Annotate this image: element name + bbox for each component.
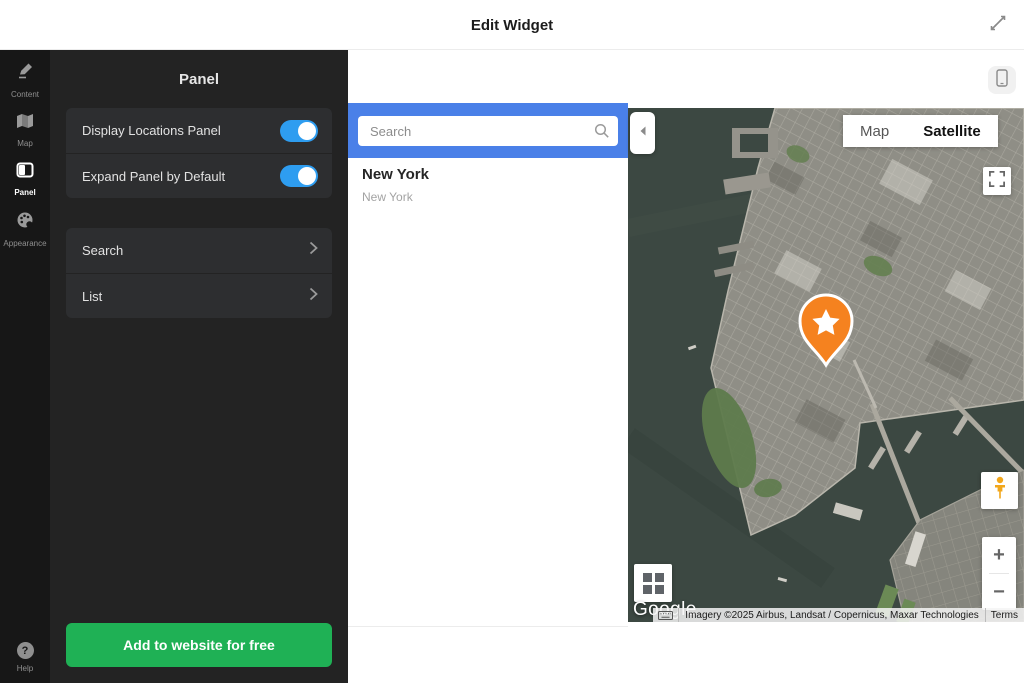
map-type-control: Map Satellite — [843, 115, 998, 147]
map-fullscreen-button[interactable] — [983, 167, 1011, 195]
setting-row-display-locations-panel[interactable]: Display Locations Panel — [66, 108, 332, 153]
panel-collapse-button[interactable] — [630, 112, 655, 154]
nav-rail: Content Map Panel Appearance ? Help — [0, 50, 50, 683]
pegman-icon — [990, 476, 1010, 505]
search-icon — [594, 123, 610, 144]
top-bar: Edit Widget — [0, 0, 1024, 50]
map-type-map-button[interactable]: Map — [843, 115, 906, 147]
settings-panel-title: Panel — [50, 71, 348, 88]
fullscreen-icon — [989, 171, 1005, 192]
expand-arrows-icon — [988, 13, 1008, 38]
satellite-map-image — [628, 108, 1024, 622]
keyboard-icon[interactable] — [653, 608, 679, 622]
sidebar-item-label: Panel — [14, 188, 35, 197]
sidebar-item-help[interactable]: ? Help — [0, 642, 50, 673]
widget-preview: New York New York — [348, 50, 1024, 683]
expand-button[interactable] — [986, 13, 1010, 37]
pegman-button[interactable] — [981, 472, 1018, 509]
chevron-right-icon — [309, 287, 318, 306]
sidebar-item-appearance[interactable]: Appearance — [0, 211, 50, 248]
zoom-out-button[interactable]: − — [982, 574, 1016, 610]
location-title: New York — [362, 166, 429, 183]
map-canvas[interactable]: Map Satellite + − Google — [628, 108, 1024, 622]
zoom-control: + − — [982, 537, 1016, 610]
setting-row-expand-panel-by-default[interactable]: Expand Panel by Default — [66, 153, 332, 198]
page-title: Edit Widget — [0, 0, 1024, 50]
setting-label: Search — [82, 243, 123, 258]
grid-icon — [643, 573, 664, 594]
edit-widget-app: Edit Widget Content Map Panel — [0, 0, 1024, 683]
question-icon: ? — [17, 642, 34, 659]
map-attribution: Imagery ©2025 Airbus, Landsat / Copernic… — [653, 608, 1024, 622]
chevron-left-icon — [639, 124, 647, 142]
terms-link[interactable]: Terms — [985, 608, 1024, 622]
setting-row-list[interactable]: List — [66, 273, 332, 318]
sidebar-item-label: Help — [17, 664, 33, 673]
link-group: Search List — [66, 228, 332, 318]
pencil-icon — [16, 62, 34, 85]
expand-panel-by-default-toggle[interactable] — [280, 165, 318, 187]
imagery-attribution: Imagery ©2025 Airbus, Landsat / Copernic… — [679, 610, 984, 621]
mobile-preview-button[interactable] — [988, 66, 1016, 94]
sidebar-item-label: Appearance — [3, 239, 46, 248]
search-box — [358, 116, 618, 146]
setting-label: Display Locations Panel — [82, 123, 221, 138]
sidebar-item-label: Content — [11, 90, 39, 99]
setting-row-search[interactable]: Search — [66, 228, 332, 273]
panel-icon — [16, 162, 34, 183]
toggle-knob — [298, 167, 316, 185]
chevron-right-icon — [309, 241, 318, 260]
location-subtitle: New York — [362, 190, 429, 204]
display-locations-panel-toggle[interactable] — [280, 120, 318, 142]
search-selection-highlight[interactable] — [348, 103, 628, 158]
palette-icon — [16, 211, 34, 234]
locations-panel: New York New York — [348, 108, 628, 627]
map-type-satellite-button[interactable]: Satellite — [906, 115, 998, 147]
setting-label: Expand Panel by Default — [82, 169, 225, 184]
sidebar-item-content[interactable]: Content — [0, 62, 50, 99]
search-input[interactable] — [358, 116, 618, 146]
setting-label: List — [82, 289, 102, 304]
zoom-in-button[interactable]: + — [982, 537, 1016, 573]
toggle-knob — [298, 122, 316, 140]
map-tiles-button[interactable] — [634, 564, 672, 602]
add-to-website-button[interactable]: Add to website for free — [66, 623, 332, 667]
mobile-icon — [996, 69, 1008, 92]
location-list-item[interactable]: New York New York — [362, 166, 429, 204]
map-icon — [16, 113, 34, 134]
sidebar-item-label: Map — [17, 139, 33, 148]
toggle-group: Display Locations Panel Expand Panel by … — [66, 108, 332, 198]
sidebar-item-panel[interactable]: Panel — [0, 162, 50, 197]
sidebar-item-map[interactable]: Map — [0, 113, 50, 148]
settings-panel: Panel Display Locations Panel Expand Pan… — [50, 50, 348, 683]
